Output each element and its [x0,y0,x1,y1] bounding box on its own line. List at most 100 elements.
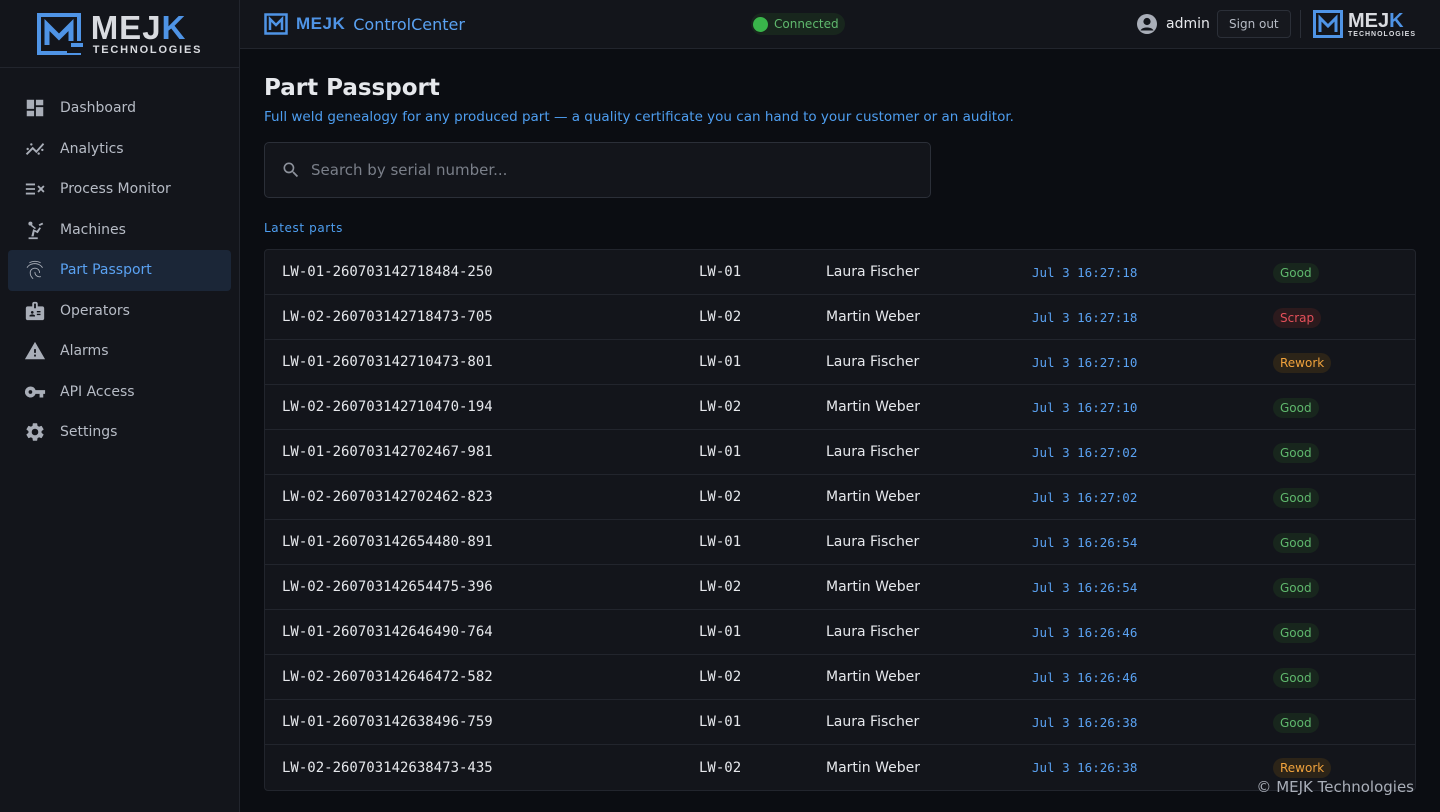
status-badge: Good [1273,442,1319,463]
sidebar-item-alarms[interactable]: Alarms [8,331,231,372]
table-row[interactable]: LW-01-260703142646490-764 LW-01 Laura Fisc… [265,610,1415,655]
timestamp: Jul 3 16:26:38 [1032,714,1138,730]
line-id: LW-01 [699,714,742,730]
table-row[interactable]: LW-01-260703142654480-891 LW-01 Laura Fisc… [265,520,1415,565]
status-cell: Rework [1273,352,1332,373]
line-id: LW-01 [699,534,742,550]
line-id: LW-02 [699,759,742,776]
sidebar-item-dashboard[interactable]: Dashboard [8,88,231,129]
dashboard-icon [24,97,46,119]
app-brand: MEJK [296,14,346,33]
username: admin [1166,16,1210,32]
serial-number: LW-01-260703142646490-764 [282,624,493,640]
topbar: MEJK ControlCenter Connected admin Sign … [240,0,1440,49]
analytics-icon [24,138,46,160]
line-id: LW-01 [699,354,742,370]
app-title[interactable]: MEJK ControlCenter [264,13,465,35]
sidebar-item-process-monitor[interactable]: Process Monitor [8,169,231,210]
page-title: Part Passport [264,75,440,101]
fingerprint-icon [24,259,46,281]
status-badge: Good [1273,712,1319,733]
line-id: LW-02 [699,399,742,415]
operator-name: Martin Weber [826,399,921,415]
app-name: ControlCenter [353,14,465,34]
timestamp: Jul 3 16:26:46 [1032,624,1138,640]
status-cell: Good [1273,712,1319,733]
sidebar-item-operators[interactable]: Operators [8,291,231,332]
status-cell: Scrap [1273,307,1322,328]
status-cell: Good [1273,532,1319,553]
mejk-logo-mark-icon [36,12,83,55]
timestamp: Jul 3 16:27:10 [1032,354,1138,370]
line-id: LW-02 [699,579,742,595]
status-badge: Scrap [1273,307,1322,328]
status-cell: Good [1273,577,1319,598]
operator-name: Laura Fischer [826,354,920,370]
table-row[interactable]: LW-02-260703142702462-823 LW-02 Martin Web… [265,475,1415,520]
line-id: LW-02 [699,309,742,325]
table-row[interactable]: LW-01-260703142702467-981 LW-01 Laura Fisc… [265,430,1415,475]
status-cell: Good [1273,622,1319,643]
timestamp: Jul 3 16:27:10 [1032,399,1138,415]
serial-number: LW-02-260703142646472-582 [282,669,493,685]
company-logo: MEJK TECHNOLOGIES [1313,10,1416,38]
page-subtitle: Full weld genealogy for any produced par… [264,109,1014,125]
timestamp: Jul 3 16:26:54 [1032,579,1138,595]
status-badge: Good [1273,397,1319,418]
table-row[interactable]: LW-02-260703142646472-582 LW-02 Martin Web… [265,655,1415,700]
line-id: LW-01 [699,264,742,280]
user-menu[interactable]: admin [1136,13,1210,35]
mejk-logo-mark-icon [1313,10,1343,38]
status-cell: Good [1273,262,1319,283]
serial-number: LW-01-260703142654480-891 [282,534,493,550]
serial-search-input[interactable] [311,161,930,179]
brand-logo[interactable]: MEJK TECHNOLOGIES [0,0,239,68]
table-row[interactable]: LW-02-260703142654475-396 LW-02 Martin Web… [265,565,1415,610]
operator-name: Martin Weber [826,309,921,325]
serial-number: LW-01-260703142710473-801 [282,354,493,370]
status-badge: Rework [1273,758,1332,778]
sidebar-item-analytics[interactable]: Analytics [8,129,231,170]
process-monitor-icon [24,178,46,200]
timestamp: Jul 3 16:26:54 [1032,534,1138,550]
table-row[interactable]: LW-01-260703142718484-250 LW-01 Laura Fisc… [265,250,1415,295]
timestamp: Jul 3 16:27:18 [1032,309,1138,325]
search-box[interactable] [264,142,931,198]
operator-name: Martin Weber [826,489,921,505]
timestamp: Jul 3 16:27:02 [1032,444,1138,460]
warning-icon [24,340,46,362]
brand-name: MEJ [90,9,162,46]
status-cell: Good [1273,487,1319,508]
status-cell: Rework [1273,757,1332,778]
sidebar-item-api-access[interactable]: API Access [8,372,231,413]
sidebar-item-part-passport[interactable]: Part Passport [8,250,231,291]
sidebar-item-settings[interactable]: Settings [8,412,231,453]
brand-subtitle: TECHNOLOGIES [92,44,203,56]
mejk-logo-mark-icon [264,13,288,35]
table-row[interactable]: LW-02-260703142638473-435 LW-02 Martin Web… [265,745,1415,790]
table-row[interactable]: LW-01-260703142710473-801 LW-01 Laura Fisc… [265,340,1415,385]
table-row[interactable]: LW-02-260703142718473-705 LW-02 Martin Web… [265,295,1415,340]
serial-number: LW-01-260703142638496-759 [282,714,493,730]
sidebar-item-label: Alarms [60,343,109,360]
table-row[interactable]: LW-02-260703142710470-194 LW-02 Martin Web… [265,385,1415,430]
status-badge: Good [1273,262,1319,283]
sidebar-item-label: API Access [60,383,135,400]
timestamp: Jul 3 16:26:46 [1032,669,1138,685]
badge-icon [24,300,46,322]
line-id: LW-02 [699,489,742,505]
operator-name: Laura Fischer [826,624,920,640]
timestamp: Jul 3 16:26:38 [1032,760,1138,775]
parts-table: LW-01-260703142718484-250 LW-01 Laura Fisc… [264,249,1416,791]
status-badge: Good [1273,532,1319,553]
sidebar-item-label: Operators [60,302,130,319]
brand-wordmark: MEJK TECHNOLOGIES [91,11,203,56]
status-badge: Good [1273,667,1319,688]
sidebar-item-label: Dashboard [60,100,136,117]
main-content: Part Passport Full weld genealogy for an… [264,49,1416,791]
sign-out-button[interactable]: Sign out [1217,10,1291,38]
table-row[interactable]: LW-01-260703142638496-759 LW-01 Laura Fisc… [265,700,1415,745]
sidebar-item-label: Settings [60,424,118,441]
sidebar-item-machines[interactable]: Machines [8,210,231,251]
section-label: Latest parts [264,221,343,235]
